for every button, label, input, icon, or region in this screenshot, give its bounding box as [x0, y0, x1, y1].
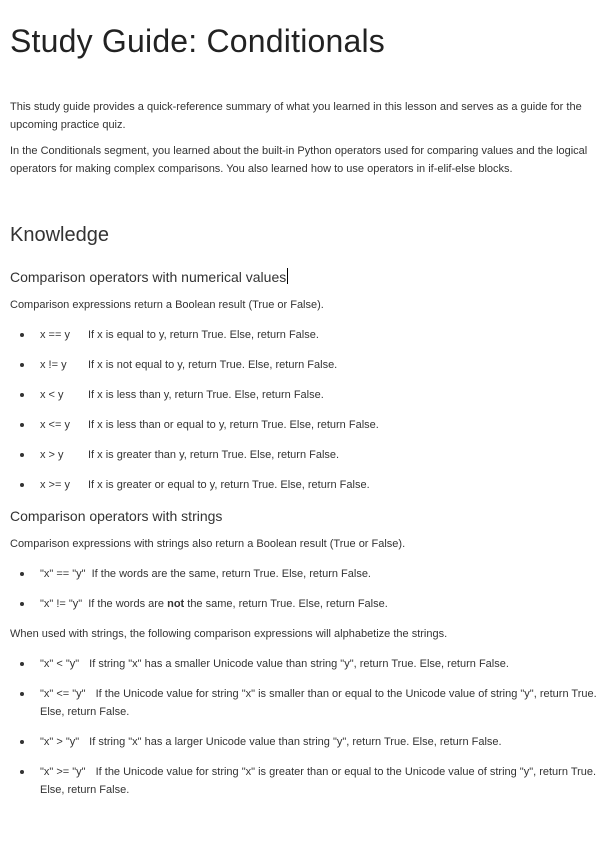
operator-description: If the words are the same, return True. … — [91, 568, 371, 580]
operator-code: x != y — [40, 359, 67, 371]
numeric-lead: Comparison expressions return a Boolean … — [10, 299, 324, 311]
operator-description: If the Unicode value for string "x" is s… — [40, 688, 597, 718]
operator-code: x < y — [40, 389, 64, 401]
operator-description: If string "x" has a smaller Unicode valu… — [89, 658, 509, 670]
list-item: x >= y If x is greater or equal to y, ret… — [10, 476, 600, 494]
page-title: Study Guide: Conditionals — [10, 23, 385, 59]
study-guide-page: Study Guide: Conditionals This study gui… — [0, 0, 610, 799]
numeric-operators-heading[interactable]: Comparison operators with numerical valu… — [10, 267, 289, 287]
list-item: "x" <= "y" If the Unicode value for strin… — [10, 685, 600, 721]
operator-description: If x is equal to y, return True. Else, r… — [88, 329, 319, 341]
list-item: x > y If x is greater than y, return True… — [10, 446, 600, 464]
operator-description: If x is greater or equal to y, return Tr… — [88, 479, 370, 491]
operator-description: If the Unicode value for string "x" is g… — [40, 766, 597, 796]
list-item: x < y If x is less than y, return True. E… — [10, 386, 600, 404]
operator-code: "x" != "y" — [40, 598, 83, 610]
list-item: "x" >= "y" If the Unicode value for strin… — [10, 763, 600, 799]
operator-code: "x" < "y" — [40, 658, 80, 670]
operator-code: "x" > "y" — [40, 736, 80, 748]
knowledge-heading: Knowledge — [10, 224, 109, 246]
operator-code: "x" <= "y" — [40, 688, 86, 700]
operator-code: "x" >= "y" — [40, 766, 86, 778]
operator-description: If x is less than y, return True. Else, … — [88, 389, 324, 401]
string-equality-list: "x" == "y" If the words are the same, ret… — [10, 565, 600, 613]
operator-description: If x is greater than y, return True. Els… — [88, 449, 340, 461]
string-operators-heading: Comparison operators with strings — [10, 508, 223, 524]
string-alphabetize-list: "x" < "y" If string "x" has a smaller Uni… — [10, 655, 600, 799]
list-item: "x" == "y" If the words are the same, ret… — [10, 565, 600, 583]
list-item: x == y If x is equal to y, return True. E… — [10, 326, 600, 344]
operator-description: If string "x" has a larger Unicode value… — [89, 736, 502, 748]
intro-paragraph-1: This study guide provides a quick-refere… — [10, 101, 582, 131]
operator-code: x > y — [40, 449, 64, 461]
list-item: "x" < "y" If string "x" has a smaller Uni… — [10, 655, 600, 673]
emphasis-not: not — [167, 598, 185, 610]
operator-description: If the words are not the same, return Tr… — [88, 598, 388, 610]
list-item: x != y If x is not equal to y, return Tru… — [10, 356, 600, 374]
intro-paragraph-2: In the Conditionals segment, you learned… — [10, 145, 588, 175]
operator-description: If x is less than or equal to y, return … — [88, 419, 379, 431]
alphabetize-lead: When used with strings, the following co… — [10, 628, 448, 640]
operator-description: If x is not equal to y, return True. Els… — [88, 359, 338, 371]
operator-code: x >= y — [40, 479, 70, 491]
list-item: "x" != "y" If the words are not the same,… — [10, 595, 600, 613]
operator-code: x == y — [40, 329, 70, 341]
numeric-operators-list: x == y If x is equal to y, return True. E… — [10, 326, 600, 494]
string-lead: Comparison expressions with strings also… — [10, 538, 406, 550]
operator-code: "x" == "y" — [40, 568, 86, 580]
list-item: x <= y If x is less than or equal to y, r… — [10, 416, 600, 434]
text-cursor — [287, 268, 289, 284]
list-item: "x" > "y" If string "x" has a larger Unic… — [10, 733, 600, 751]
operator-code: x <= y — [40, 419, 70, 431]
